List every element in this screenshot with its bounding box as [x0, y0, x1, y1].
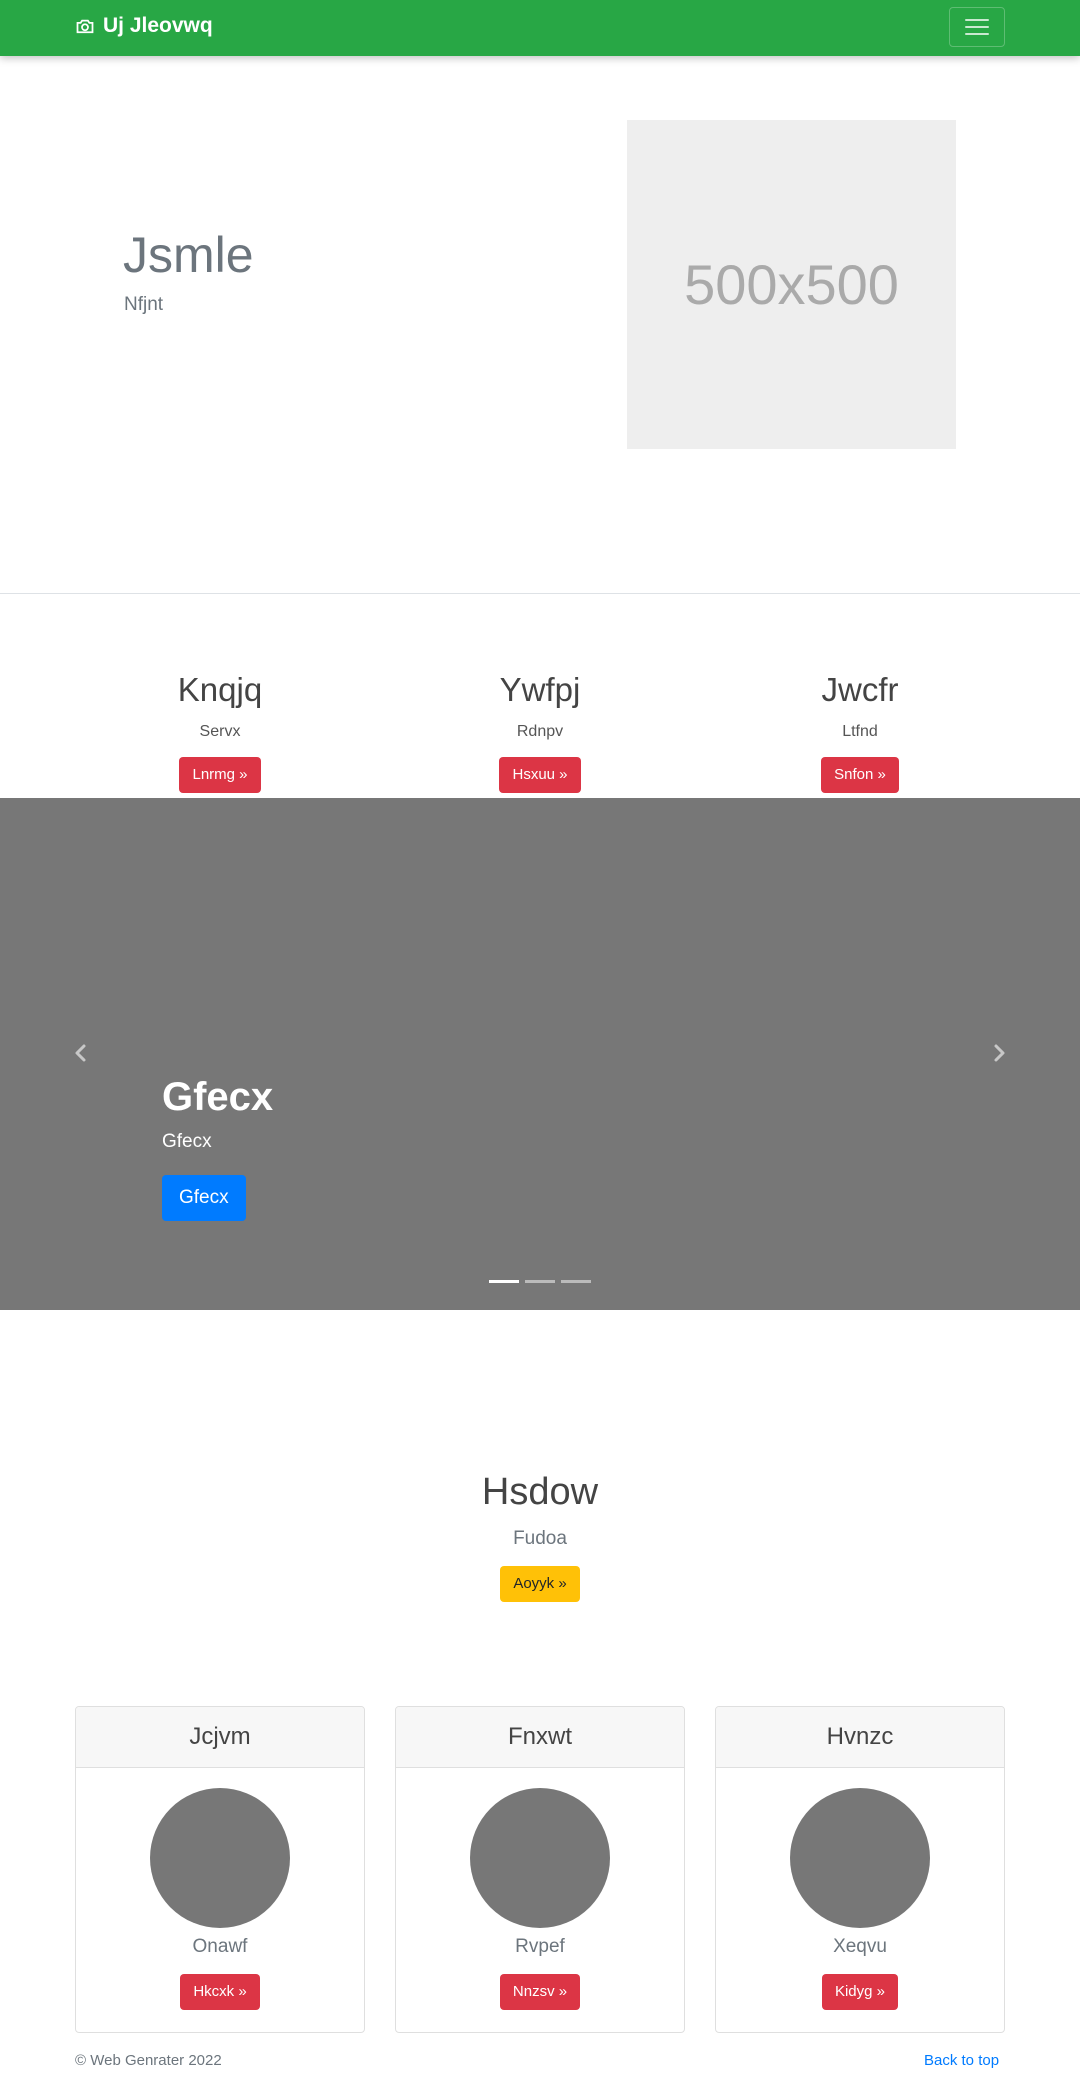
column-2: Ywfpj Rdnpv Hsxuu » [390, 670, 690, 793]
card-button[interactable]: Hkcxk » [180, 1974, 260, 2010]
column-button[interactable]: Hsxuu » [499, 756, 581, 793]
card-name: Rvpef [515, 1936, 565, 1957]
column-title: Knqjq [177, 671, 263, 708]
feature-text: Fudoa [513, 1527, 567, 1549]
hero-subtitle: Nfjnt [124, 294, 164, 315]
brand-name: Uj Jleovwq [103, 14, 213, 37]
avatar [150, 1788, 290, 1928]
column-title: Jwcfr [821, 671, 899, 708]
hero-image-label: 500x500 [684, 253, 899, 316]
carousel-text: Gfecx [162, 1131, 212, 1152]
camera-icon [76, 19, 94, 34]
carousel-indicator-3[interactable] [561, 1280, 591, 1283]
brand-link[interactable]: Uj Jleovwq [75, 14, 213, 38]
card-body: Onawf Hkcxk » [76, 1768, 364, 2010]
footer-copyright: © Web Genrater 2022 [75, 2052, 222, 2069]
feature-title: Hsdow [481, 1471, 599, 1513]
chevron-left-icon[interactable] [69, 1041, 93, 1065]
column-button[interactable]: Lnrmg » [179, 756, 261, 793]
card-button[interactable]: Kidyg » [821, 1974, 899, 2010]
feature-button[interactable]: Aoyyk » [500, 1565, 580, 1602]
section-divider [0, 593, 1080, 594]
carousel-button[interactable]: Gfecx [162, 1175, 246, 1221]
column-button[interactable]: Snfon » [821, 756, 899, 793]
card-name: Xeqvu [833, 1936, 887, 1957]
hero-title: Jsmle [123, 227, 254, 283]
feature-section: Hsdow Fudoa Aoyyk » [0, 1470, 1080, 1602]
back-to-top-link[interactable]: Back to top [924, 2052, 999, 2069]
chevron-right-icon[interactable] [987, 1041, 1011, 1065]
column-3: Jwcfr Ltfnd Snfon » [710, 670, 1010, 793]
carousel-indicators [489, 1280, 591, 1283]
column-text: Rdnpv [516, 722, 564, 740]
navbar: Uj Jleovwq [0, 0, 1080, 56]
card-button[interactable]: Nnzsv » [499, 1974, 581, 2010]
card-body: Rvpef Nnzsv » [396, 1768, 684, 2010]
carousel-caption: Gfecx Gfecx Gfecx [162, 1073, 273, 1221]
card-body: Xeqvu Kidyg » [716, 1768, 1004, 2010]
hero-image-placeholder: 500x500 [627, 120, 956, 449]
carousel-indicator-1[interactable] [489, 1280, 519, 1283]
carousel: Gfecx Gfecx Gfecx [0, 798, 1080, 1310]
card-header: Hvnzc [716, 1707, 1004, 1768]
card-header: Fnxwt [396, 1707, 684, 1768]
card-name: Onawf [192, 1936, 248, 1957]
carousel-heading: Gfecx [162, 1075, 274, 1119]
avatar [790, 1788, 930, 1928]
profile-card-2: Fnxwt Rvpef Nnzsv » [395, 1706, 685, 2033]
column-text: Servx [199, 722, 241, 740]
column-title: Ywfpj [499, 671, 581, 708]
profile-card-3: Hvnzc Xeqvu Kidyg » [715, 1706, 1005, 2033]
hamburger-icon [965, 19, 989, 35]
avatar [470, 1788, 610, 1928]
column-1: Knqjq Servx Lnrmg » [70, 670, 370, 793]
column-text: Ltfnd [842, 722, 878, 740]
carousel-indicator-2[interactable] [525, 1280, 555, 1283]
card-header: Jcjvm [76, 1707, 364, 1768]
navbar-toggler-button[interactable] [949, 7, 1005, 47]
profile-card-1: Jcjvm Onawf Hkcxk » [75, 1706, 365, 2033]
